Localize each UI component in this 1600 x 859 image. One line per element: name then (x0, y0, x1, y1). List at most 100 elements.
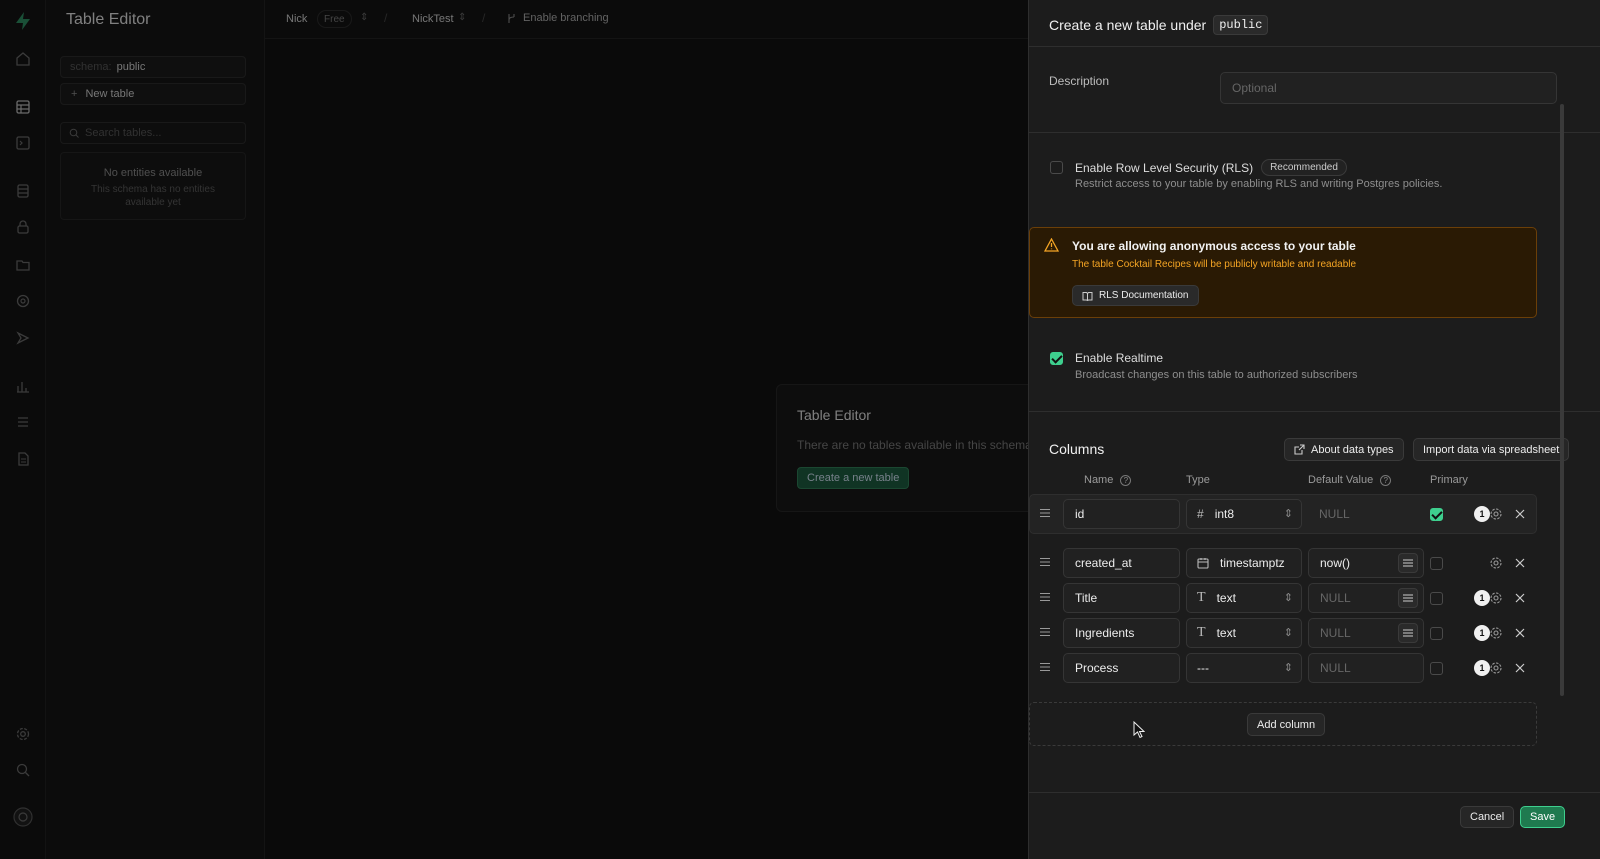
column-type-select[interactable]: T text ⇕ (1186, 618, 1302, 648)
default-suggestions-button[interactable] (1398, 588, 1418, 608)
column-type-value: int8 (1214, 507, 1235, 521)
add-column-zone: Add column (1029, 702, 1537, 746)
rls-label: Enable Row Level Security (RLS) (1075, 160, 1254, 175)
about-data-types-button[interactable]: About data types (1284, 438, 1404, 461)
description-input[interactable]: Optional (1220, 72, 1557, 104)
header-primary: Primary (1430, 474, 1468, 486)
cancel-button[interactable]: Cancel (1460, 806, 1515, 828)
list-icon (1403, 594, 1413, 602)
column-name-input[interactable]: id (1063, 499, 1180, 529)
primary-checkbox[interactable] (1430, 508, 1443, 521)
column-type-value: timestamptz (1220, 556, 1285, 570)
divider (1029, 132, 1600, 133)
drag-handle-icon[interactable] (1039, 557, 1051, 567)
realtime-checkbox[interactable] (1050, 352, 1063, 365)
drag-handle-icon[interactable] (1039, 627, 1051, 637)
description-label: Description (1049, 74, 1110, 88)
list-icon (1403, 629, 1413, 637)
chevron-updown-icon: ⇕ (1283, 627, 1293, 639)
column-type-select[interactable]: T text ⇕ (1186, 583, 1302, 613)
calendar-icon (1197, 558, 1209, 569)
external-link-icon (1294, 444, 1305, 455)
header-name-label: Name (1084, 474, 1114, 486)
gear-icon[interactable] (1489, 661, 1503, 675)
primary-checkbox[interactable] (1430, 557, 1443, 570)
column-name-input[interactable]: Ingredients (1063, 618, 1180, 648)
realtime-label: Enable Realtime (1075, 351, 1164, 365)
add-column-button[interactable]: Add column (1247, 713, 1326, 736)
primary-checkbox[interactable] (1430, 662, 1443, 675)
chevron-updown-icon: ⇕ (1283, 662, 1293, 674)
column-type-select[interactable]: --- ⇕ (1186, 653, 1302, 683)
gear-icon[interactable] (1489, 626, 1503, 640)
column-type-value: text (1216, 626, 1236, 640)
panel-title: Create a new table under (1049, 17, 1207, 33)
column-name-input[interactable]: Title (1063, 583, 1180, 613)
warning-triangle-icon (1044, 238, 1059, 252)
divider (1029, 46, 1600, 47)
import-spreadsheet-button[interactable]: Import data via spreadsheet (1413, 438, 1570, 461)
text-type-icon: T (1197, 590, 1206, 605)
column-type-select[interactable]: # int8 ⇕ (1186, 499, 1302, 529)
header-default: Default Value? (1308, 474, 1392, 486)
save-button[interactable]: Save (1520, 806, 1566, 828)
help-icon[interactable]: ? (1120, 474, 1132, 486)
gear-icon[interactable] (1489, 591, 1503, 605)
primary-checkbox[interactable] (1430, 592, 1443, 605)
column-type-value: text (1216, 591, 1236, 605)
default-suggestions-button[interactable] (1398, 553, 1418, 573)
column-name-input[interactable]: created_at (1063, 548, 1180, 578)
about-data-types-label: About data types (1311, 443, 1394, 456)
header-type: Type (1186, 474, 1210, 486)
drag-handle-icon[interactable] (1039, 508, 1051, 518)
anon-access-warning: You are allowing anonymous access to you… (1029, 227, 1537, 318)
close-icon[interactable] (1515, 509, 1525, 519)
default-suggestions-button[interactable] (1398, 623, 1418, 643)
realtime-desc: Broadcast changes on this table to autho… (1075, 369, 1358, 381)
rls-docs-button[interactable]: RLS Documentation (1072, 285, 1199, 306)
close-icon[interactable] (1515, 628, 1525, 638)
drag-handle-icon[interactable] (1039, 662, 1051, 672)
divider (1029, 792, 1600, 793)
close-icon[interactable] (1515, 593, 1525, 603)
primary-checkbox[interactable] (1430, 627, 1443, 640)
divider (1029, 411, 1600, 412)
column-type-select[interactable]: timestamptz (1186, 548, 1302, 578)
column-badge: 1 (1474, 660, 1490, 676)
hash-icon: # (1197, 507, 1204, 521)
gear-icon[interactable] (1489, 507, 1503, 521)
column-default-input[interactable]: NULL (1308, 653, 1424, 683)
header-name: Name? (1084, 474, 1132, 486)
column-badge: 1 (1474, 590, 1490, 606)
column-badge: 1 (1474, 506, 1490, 522)
schema-code: public (1213, 15, 1269, 35)
list-icon (1403, 559, 1413, 567)
modal-backdrop[interactable] (0, 0, 1028, 859)
column-badge: 1 (1474, 625, 1490, 641)
panel-header: Create a new table under public (1049, 15, 1269, 35)
rls-header: Enable Row Level Security (RLS) Recommen… (1075, 159, 1347, 176)
rls-docs-label: RLS Documentation (1099, 290, 1189, 301)
book-icon (1082, 291, 1093, 301)
text-type-icon: T (1197, 625, 1206, 640)
scrollbar[interactable] (1560, 104, 1564, 696)
chevron-updown-icon: ⇕ (1283, 508, 1293, 520)
columns-title: Columns (1049, 441, 1105, 457)
recommended-badge: Recommended (1261, 159, 1347, 176)
gear-icon[interactable] (1489, 556, 1503, 570)
close-icon[interactable] (1515, 558, 1525, 568)
mouse-cursor-icon (1133, 721, 1145, 739)
create-table-panel: Create a new table under public Descript… (1028, 0, 1600, 859)
rls-checkbox[interactable] (1050, 161, 1063, 174)
header-default-label: Default Value (1308, 474, 1374, 486)
column-default-input[interactable]: NULL (1319, 507, 1350, 521)
help-icon[interactable]: ? (1380, 474, 1392, 486)
chevron-updown-icon: ⇕ (1283, 592, 1293, 604)
close-icon[interactable] (1515, 663, 1525, 673)
warning-title: You are allowing anonymous access to you… (1072, 239, 1356, 253)
warning-desc: The table Cocktail Recipes will be publi… (1072, 259, 1357, 270)
drag-handle-icon[interactable] (1039, 592, 1051, 602)
column-name-input[interactable]: Process (1063, 653, 1180, 683)
column-type-value: --- (1197, 661, 1209, 675)
rls-desc: Restrict access to your table by enablin… (1075, 178, 1443, 190)
